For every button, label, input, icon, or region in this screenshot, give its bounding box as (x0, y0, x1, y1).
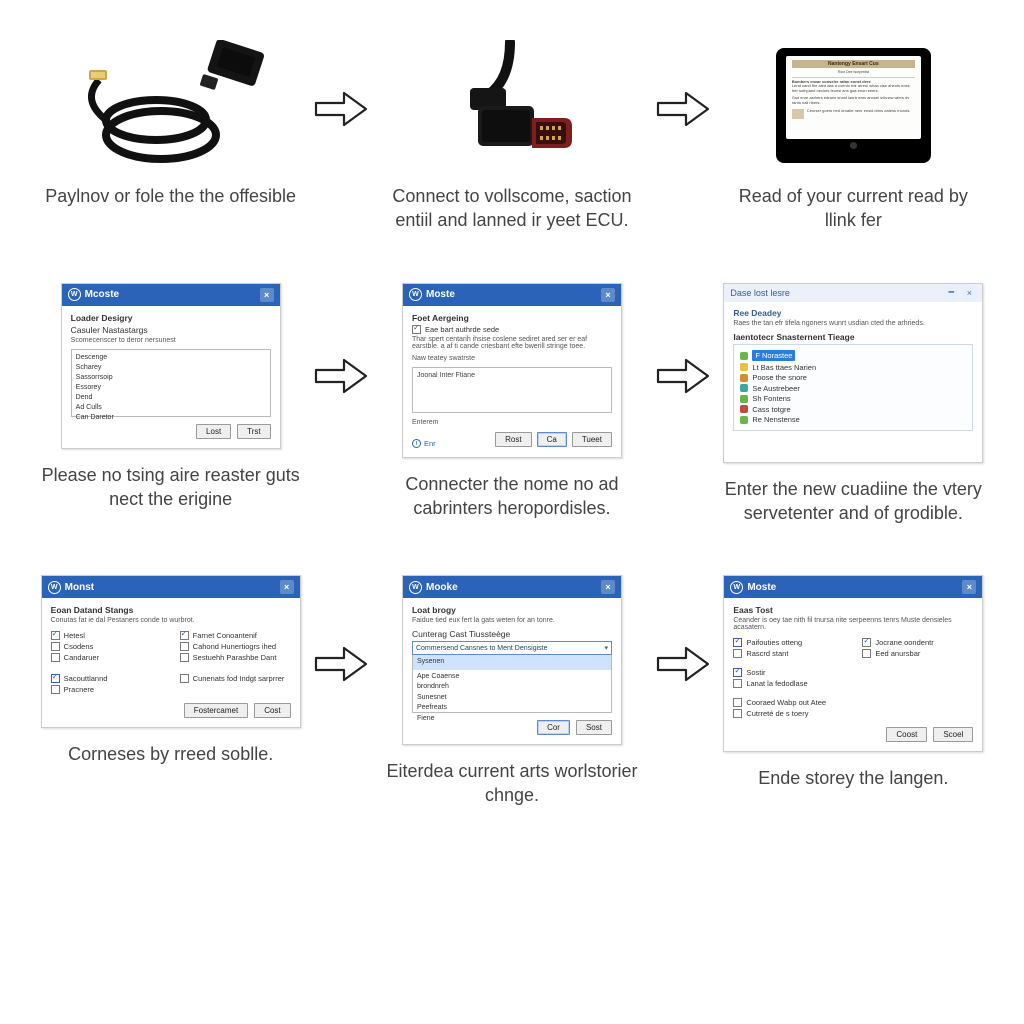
tree-item[interactable]: Se Austrebeer (740, 384, 966, 393)
scoel-button[interactable]: Scoel (933, 727, 973, 742)
sost-button[interactable]: Sost (576, 720, 612, 735)
checkbox[interactable]: Pracnere (51, 685, 162, 694)
close-icon[interactable]: × (601, 288, 615, 302)
note-textbox[interactable]: Joonal Inter Ftiane (412, 367, 612, 413)
checkbox[interactable]: Paifouties otteng (733, 638, 844, 647)
tree-item[interactable]: F Norastee (740, 350, 966, 361)
close-icon[interactable]: × (962, 580, 976, 594)
step-1-3-caption: Read of your current read by llink fer (723, 184, 983, 233)
step-2-2: WMoste × Foet Aergeing Eae bart authrde … (371, 283, 652, 526)
step-3-1-caption: Corneses by rreed soblle. (68, 742, 273, 766)
tree-item[interactable]: Cass totgre (740, 405, 966, 414)
close-icon[interactable]: × (260, 288, 274, 302)
arrow-right-icon (656, 88, 710, 135)
arrow-right-icon (314, 88, 368, 135)
step-1-3: Nantengy Ensart Cus Rour Dee tsorpredst … (713, 40, 994, 233)
checkbox[interactable]: Jocrane oondentr (862, 638, 973, 647)
checkbox[interactable]: Csodens (51, 642, 162, 651)
dialog-connect: WMoste × Foet Aergeing Eae bart authrde … (402, 283, 622, 458)
fostercamet-button[interactable]: Fostercamet (184, 703, 248, 718)
step-1-2: Connect to vollscome, saction entiil and… (371, 40, 652, 233)
arrow-right-icon (656, 643, 710, 690)
step-2-3-caption: Enter the new cuadiine the vtery servete… (723, 477, 983, 526)
tablet-image: Nantengy Ensart Cus Rour Dee tsorpredst … (776, 40, 931, 170)
tueet-button[interactable]: Tueet (572, 432, 612, 447)
dialog-options-a: WMonst × Eoan Datand Stangs Conutas fat … (41, 575, 301, 728)
vw-logo-icon: W (409, 288, 422, 301)
arrow-right-icon (314, 355, 368, 402)
ca-button[interactable]: Ca (537, 432, 567, 447)
trst-button[interactable]: Trst (237, 424, 270, 439)
close-icon[interactable]: × (962, 286, 976, 300)
vw-logo-icon: W (48, 581, 61, 594)
step-2-3: Dase lost lesre ━ × Ree Deadey Raes the … (713, 283, 994, 526)
step-3-2: WMooke × Loat brogy Faidue tied eux fert… (371, 575, 652, 808)
checkbox[interactable]: Lanat la fedodlase (733, 679, 844, 688)
step-3-3-caption: Ende storey the langen. (758, 766, 948, 790)
arrow-right-icon (314, 643, 368, 690)
step-3-1: WMonst × Eoan Datand Stangs Conutas fat … (30, 575, 311, 808)
step-2-2-caption: Connecter the nome no ad cabrinters hero… (382, 472, 642, 521)
help-link[interactable]: iEnr (412, 439, 436, 448)
vw-logo-icon: W (730, 581, 743, 594)
checkbox[interactable]: Cunenats fod Indgt sarprrer (180, 674, 291, 683)
coding-options[interactable]: Sysenen Ape Coaense brondnreh Sunesnet P… (412, 655, 612, 713)
step-2-1: WMcoste × Loader Desigry Casuler Nastast… (30, 283, 311, 526)
dialog-tree: Dase lost lesre ━ × Ree Deadey Raes the … (723, 283, 983, 463)
minimize-icon[interactable]: ━ (944, 286, 958, 300)
module-listbox[interactable]: Descenge Scharey Sassorrsoip Essorey Den… (71, 349, 271, 417)
checkbox[interactable]: Sacouttlannd (51, 674, 162, 683)
checkbox[interactable]: Candaruer (51, 653, 162, 662)
close-icon[interactable]: × (601, 580, 615, 594)
checkbox[interactable]: Eed anursbar (862, 649, 973, 658)
cost-button[interactable]: Cost (254, 703, 290, 718)
rost-button[interactable]: Rost (495, 432, 531, 447)
checkbox[interactable]: Rascrd stant (733, 649, 844, 658)
step-3-2-caption: Eiterdea current arts worlstorier chnge. (382, 759, 642, 808)
tree-item[interactable]: Lt Bas ttaes Narien (740, 363, 966, 372)
close-icon[interactable]: × (280, 580, 294, 594)
step-2-1-caption: Please no tsing aire reaster guts nect t… (41, 463, 301, 512)
checkbox[interactable]: Sostir (733, 668, 844, 677)
tree-item[interactable]: Sh Fontens (740, 394, 966, 403)
arrow-right-icon (656, 355, 710, 402)
dialog-options-b: WMoste × Eaas Tost Ceander is oey tae ni… (723, 575, 983, 752)
dialog-select: WMooke × Loat brogy Faidue tied eux fert… (402, 575, 622, 745)
step-1-1-caption: Paylnov or fole the the offesible (45, 184, 296, 208)
checkbox[interactable]: Hetesl (51, 631, 162, 640)
checkbox[interactable]: Cooraed Wabp out Atee (733, 698, 844, 707)
obd-cable-image (71, 40, 271, 170)
lost-button[interactable]: Lost (196, 424, 231, 439)
vw-logo-icon: W (409, 581, 422, 594)
checkbox[interactable]: Sestuehh Parashbe Dant (180, 653, 291, 662)
step-1-2-caption: Connect to vollscome, saction entiil and… (382, 184, 642, 233)
step-3-3: WMoste × Eaas Tost Ceander is oey tae ni… (713, 575, 994, 808)
coost-button[interactable]: Coost (886, 727, 927, 742)
step-1-1: Paylnov or fole the the offesible (30, 40, 311, 233)
coding-select[interactable]: Commersend Cansnes to Ment Densigiste▾ (412, 641, 612, 655)
tree-item[interactable]: Re Nenstense (740, 415, 966, 424)
tree-item[interactable]: Poose the snore (740, 373, 966, 382)
checkbox[interactable]: Farnet Conoantenif (180, 631, 291, 640)
vw-logo-icon: W (68, 288, 81, 301)
obd-connector-image (432, 40, 592, 170)
checkbox[interactable]: Cahond Hunertiogrs ihed (180, 642, 291, 651)
checkbox[interactable]: Cutrreté de s toery (733, 709, 844, 718)
dialog-loader: WMcoste × Loader Desigry Casuler Nastast… (61, 283, 281, 449)
cor-button[interactable]: Cor (537, 720, 570, 735)
